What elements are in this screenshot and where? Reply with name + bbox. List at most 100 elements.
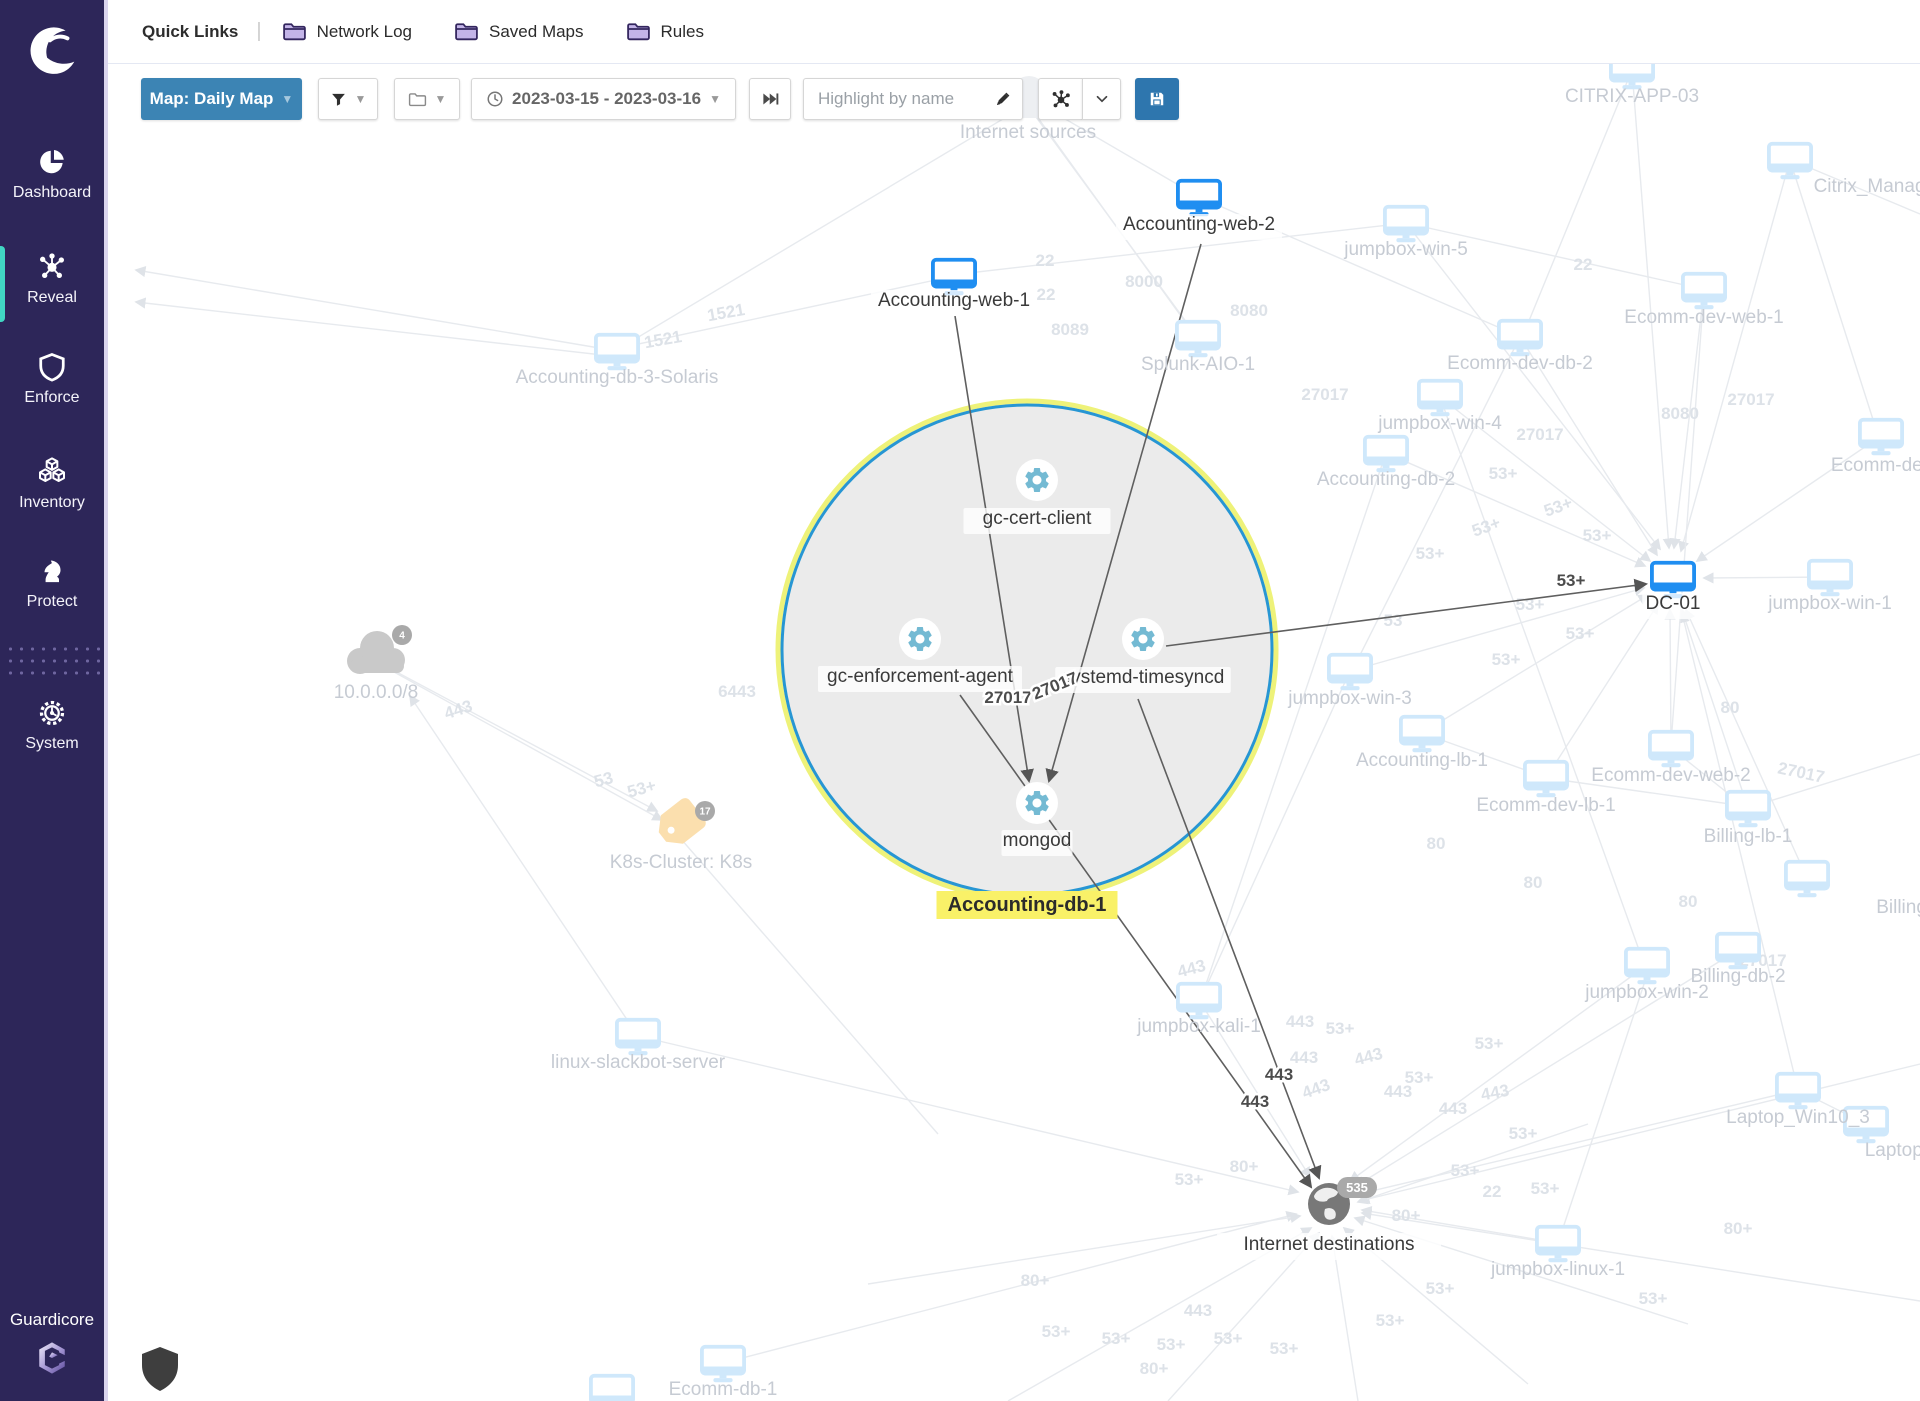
- sidebar-item-enforce[interactable]: Enforce: [0, 352, 104, 407]
- sidebar-item-label: Protect: [27, 593, 78, 610]
- node-linux-slackbot-server[interactable]: [617, 1020, 659, 1055]
- faded-edge-label: 22: [1483, 1182, 1502, 1201]
- faded-edge-label: 53+: [1102, 1329, 1131, 1348]
- header-link-label: Rules: [661, 22, 704, 42]
- faded-edge-label: 22: [1574, 255, 1593, 274]
- sidebar-item-system[interactable]: System: [0, 698, 104, 753]
- system-gear-icon: [37, 698, 67, 728]
- node-jumpbox-win-5[interactable]: [1385, 207, 1427, 242]
- chevron-down-icon: ▼: [281, 92, 293, 106]
- node-jumpbox-linux-1[interactable]: [1537, 1227, 1579, 1262]
- node-label: Accounting-db-2: [1317, 469, 1455, 490]
- faded-edge: [723, 1214, 1296, 1363]
- node-label: mongod: [1003, 830, 1072, 851]
- faded-edge-label: 80+: [1021, 1271, 1050, 1290]
- node-ecomm-dev-web-2[interactable]: [1650, 732, 1692, 767]
- sidebar-item-dashboard[interactable]: Dashboard: [0, 147, 104, 202]
- node-jumpbox-win-4[interactable]: [1419, 381, 1461, 416]
- guardicore-cube-logo-icon: [35, 1339, 69, 1377]
- skip-to-latest-button[interactable]: [749, 78, 791, 120]
- faded-edge-label: 53+: [1469, 513, 1503, 541]
- sidebar-item-reveal[interactable]: Reveal: [0, 250, 104, 307]
- sidebar-dots-divider: [2, 641, 104, 675]
- faded-edge-label: 53+: [1492, 650, 1521, 669]
- monitor-icon: [1537, 1227, 1579, 1262]
- node-jumpbox-kali-1[interactable]: [1178, 984, 1220, 1019]
- node-bottom-edge-host[interactable]: [591, 1376, 633, 1401]
- node-accounting-db-3-solaris[interactable]: [596, 335, 638, 370]
- highlight-placeholder: Highlight by name: [818, 89, 994, 109]
- faded-edge-label: 22: [1037, 285, 1056, 304]
- header-link-label: Saved Maps: [489, 22, 584, 42]
- saved-map-folder-button[interactable]: ▼: [394, 78, 460, 120]
- faded-edge: [1524, 70, 1632, 333]
- node-label: jumpbox-win-2: [1584, 982, 1709, 1003]
- node-ecomm-dev-lb-1[interactable]: [1525, 762, 1567, 797]
- faded-edge-label: 6443: [718, 682, 756, 701]
- quick-links-label: Quick Links: [142, 22, 238, 42]
- faded-edge-label: 8000: [1125, 272, 1163, 291]
- faded-edge-label: 443: [1479, 1081, 1510, 1105]
- filter-button[interactable]: ▼: [318, 78, 378, 120]
- faded-edge-label: 53+: [1583, 526, 1612, 545]
- node-ecomm-dev-d[interactable]: [1860, 420, 1902, 455]
- node-splunk-aio-1[interactable]: [1177, 322, 1219, 357]
- node-accounting-db-2[interactable]: [1365, 437, 1407, 472]
- monitor-icon: [596, 335, 638, 370]
- group-label[interactable]: Accounting-db-1: [948, 894, 1107, 916]
- count-badge-label: 17: [699, 807, 711, 818]
- sidebar-item-inventory[interactable]: Inventory: [0, 455, 104, 512]
- node-ecomm-db-1[interactable]: [702, 1347, 744, 1382]
- node-accounting-web-2[interactable]: [1178, 181, 1220, 216]
- faded-edge: [1682, 613, 1798, 1090]
- node-label: Ecomm-dev-lb-1: [1476, 795, 1615, 816]
- node-label: linux-slackbot-server: [551, 1052, 726, 1073]
- node-label: Ecomm-dev-web-1: [1624, 307, 1783, 328]
- node-ecomm-dev-web-1[interactable]: [1683, 274, 1725, 309]
- map-selector-label: Map: Daily Map: [150, 89, 274, 109]
- node-label: jumpbox-linux-1: [1490, 1259, 1625, 1280]
- header-link-network-log[interactable]: Network Log: [282, 21, 412, 42]
- faded-edge-label: 53+: [1509, 1124, 1538, 1143]
- node-gc-enforcement-agent[interactable]: [899, 618, 941, 660]
- node-mongod[interactable]: [1016, 782, 1058, 824]
- brand-name: Guardicore: [10, 1310, 94, 1329]
- highlight-search-input[interactable]: Highlight by name: [803, 78, 1023, 120]
- layout-options-dropdown[interactable]: [1082, 78, 1121, 120]
- folder-outline-icon: [408, 91, 427, 108]
- header-link-saved-maps[interactable]: Saved Maps: [454, 21, 584, 42]
- map-selector-button[interactable]: Map: Daily Map ▼: [141, 78, 302, 120]
- guardicore-logo-icon[interactable]: [0, 8, 104, 92]
- sidebar-item-protect[interactable]: Protect: [0, 556, 104, 611]
- faded-edge-label: 53+: [1541, 493, 1575, 521]
- faded-edge-label: 443: [1286, 1012, 1314, 1031]
- node-accounting-lb-1[interactable]: [1401, 717, 1443, 752]
- node-security-shield[interactable]: [142, 1347, 178, 1391]
- save-floppy-icon: [1147, 89, 1167, 109]
- faded-edge: [681, 839, 938, 1134]
- node-billing-d[interactable]: [1786, 862, 1828, 897]
- header-link-rules[interactable]: Rules: [626, 21, 704, 42]
- node-citrix-manager[interactable]: [1769, 144, 1811, 179]
- node-systemd-timesyncd[interactable]: [1122, 618, 1164, 660]
- faded-edge-label: 443: [1439, 1099, 1467, 1118]
- node-jumpbox-win-1[interactable]: [1809, 561, 1851, 596]
- date-range-button[interactable]: 2023-03-15 - 2023-03-16 ▼: [471, 78, 736, 120]
- dark-shield-icon: [142, 1347, 178, 1391]
- folder-icon: [626, 21, 651, 42]
- layout-graph-button[interactable]: [1038, 78, 1082, 120]
- faded-edge: [1558, 969, 1649, 1243]
- node-jumpbox-win-2[interactable]: [1626, 949, 1668, 984]
- node-jumpbox-win-3[interactable]: [1329, 655, 1371, 690]
- node-laptop-win10-3[interactable]: [1777, 1074, 1819, 1109]
- monitor-icon: [1683, 274, 1725, 309]
- faded-edge-label: 53+: [1042, 1322, 1071, 1341]
- header-divider: |: [256, 20, 261, 43]
- node-label: Internet sources: [960, 122, 1096, 143]
- network-map-canvas[interactable]: 1521152122228089800080808080270172701727…: [108, 54, 1920, 1401]
- node-gc-cert-client[interactable]: [1016, 459, 1058, 501]
- save-map-button[interactable]: [1135, 78, 1179, 120]
- node-label: Accounting-web-2: [1123, 214, 1275, 235]
- faded-edge-label: 80: [1679, 892, 1698, 911]
- service-node-bg: [1122, 618, 1164, 660]
